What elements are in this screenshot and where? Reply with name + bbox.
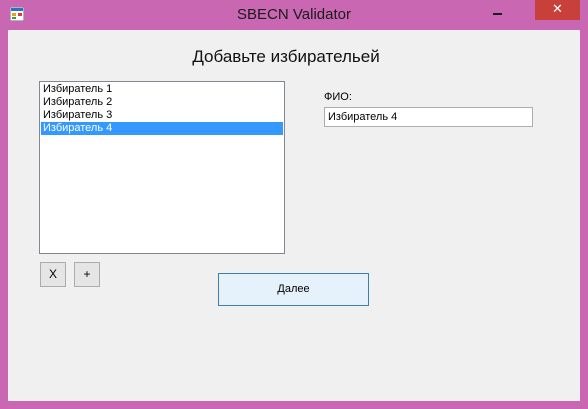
app-window: SBECN Validator ✕ Добавьте избирательей … <box>0 0 588 409</box>
next-button[interactable]: Далее <box>218 273 369 306</box>
close-icon: ✕ <box>552 2 563 17</box>
fio-label: ФИО: <box>324 91 352 103</box>
page-heading: Добавьте избирательей <box>192 47 380 66</box>
close-button[interactable]: ✕ <box>535 0 580 20</box>
add-voter-button[interactable]: + <box>74 262 100 287</box>
voter-list-item[interactable]: Избиратель 3 <box>41 109 283 122</box>
form-client-area: Добавьте избирательей Избиратель 1 Избир… <box>8 30 580 401</box>
voter-list-item-selected[interactable]: Избиратель 4 <box>41 122 283 135</box>
voters-listbox[interactable]: Избиратель 1 Избиратель 2 Избиратель 3 И… <box>39 81 285 254</box>
remove-voter-button[interactable]: X <box>40 262 66 287</box>
voter-list-item[interactable]: Избиратель 2 <box>41 96 283 109</box>
minimize-icon <box>493 13 502 15</box>
voter-list-item[interactable]: Избиратель 1 <box>41 83 283 96</box>
fio-input[interactable] <box>324 107 533 127</box>
title-bar[interactable]: SBECN Validator ✕ <box>0 0 588 30</box>
minimize-button[interactable] <box>484 0 511 20</box>
